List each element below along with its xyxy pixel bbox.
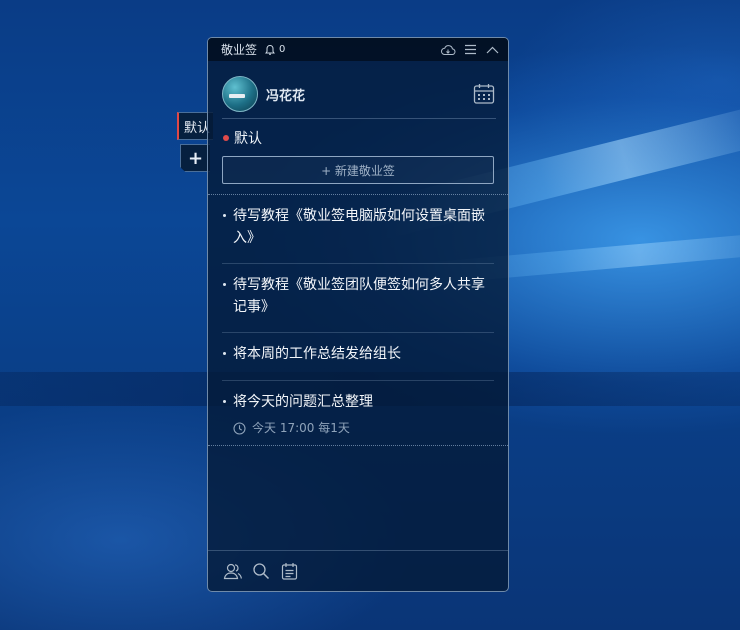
team-icon[interactable] [223,561,243,581]
collapse-icon[interactable] [484,42,500,58]
note-panel: 敬业签 0 冯花花 默认 + 新建敬业签 待写教程《敬业签电脑版如何设置桌面嵌入… [207,37,509,592]
list-item[interactable]: 待写教程《敬业签电脑版如何设置桌面嵌入》 [222,205,494,264]
cloud-sync-icon[interactable] [440,42,456,58]
clock-icon [233,421,246,435]
menu-icon[interactable] [462,42,478,58]
new-note-button[interactable]: + 新建敬业签 [222,156,494,184]
note-text: 将今天的问题汇总整理 [233,394,373,410]
note-text: 将本周的工作总结发给组长 [233,346,401,362]
profile-header: 冯花花 [222,72,496,119]
list-item[interactable]: 待写教程《敬业签团队便签如何多人共享记事》 [222,274,494,333]
reminder-text: 今天 17:00 每1天 [252,421,350,435]
desktop-background: 默认 + 敬业签 0 冯花花 默认 + 新建敬业签 待写教程《敬业签电脑版如何设… [0,0,740,630]
notification-count: 0 [279,44,286,55]
notes-list: 待写教程《敬业签电脑版如何设置桌面嵌入》 待写教程《敬业签团队便签如何多人共享记… [208,194,508,446]
list-item[interactable]: 将本周的工作总结发给组长 [222,343,494,381]
plus-icon: + [187,147,204,169]
search-icon[interactable] [251,561,271,581]
note-reminder: 今天 17:00 每1天 [233,417,490,439]
category-name: 默认 [234,131,262,147]
title-bar[interactable]: 敬业签 0 [208,38,508,61]
avatar[interactable] [222,76,258,112]
notification-button[interactable]: 0 [264,44,285,56]
app-title: 敬业签 [221,43,258,57]
bell-icon [264,44,276,56]
list-item[interactable]: 将今天的问题汇总整理 今天 17:00 每1天 [222,391,494,441]
username[interactable]: 冯花花 [266,85,472,104]
note-text: 待写教程《敬业签电脑版如何设置桌面嵌入》 [233,208,485,246]
note-text: 待写教程《敬业签团队便签如何多人共享记事》 [233,277,485,315]
notes-list-icon[interactable] [279,561,299,581]
footer-toolbar [208,550,508,591]
category-header[interactable]: 默认 [223,128,262,148]
category-color-dot [223,135,229,141]
calendar-icon[interactable] [472,82,496,106]
side-tab-add-button[interactable]: + [180,144,210,172]
